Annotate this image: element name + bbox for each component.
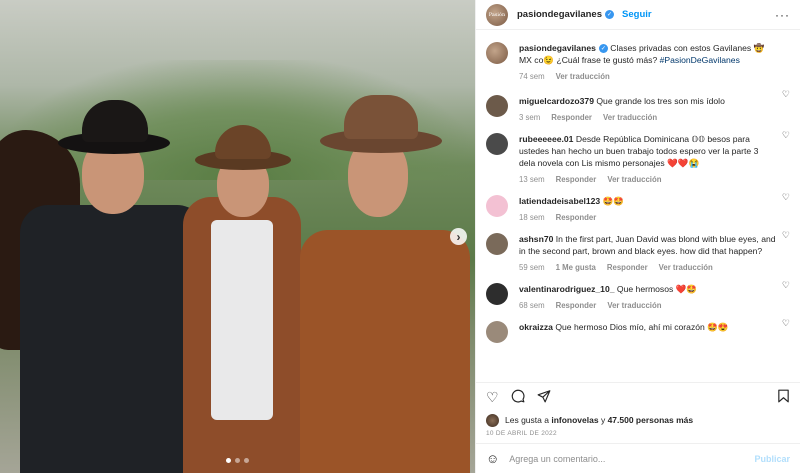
comment-meta: 3 sem Responder Ver traducción [519, 113, 725, 122]
comment-row: rubeeeeee.01 Desde República Dominicana … [486, 122, 790, 184]
person-right [300, 95, 470, 473]
comment-time: 3 sem [519, 113, 541, 122]
translate-link[interactable]: Ver traducción [607, 301, 661, 310]
reply-button[interactable]: Responder [551, 113, 592, 122]
reply-button[interactable]: Responder [556, 213, 597, 222]
commenter-avatar[interactable] [486, 321, 508, 343]
account-avatar[interactable]: Pasión [486, 3, 508, 26]
reply-button[interactable]: Responder [556, 175, 597, 184]
translate-link[interactable]: Ver traducción [607, 175, 661, 184]
likes-prefix: Les gusta a [505, 415, 549, 425]
comment-body: Que grande los tres son mis ídolo [596, 96, 725, 106]
comment-like-icon[interactable]: ♡ [782, 192, 790, 203]
comment-icon[interactable] [511, 389, 525, 406]
comment-row: miguelcardozo379 Que grande los tres son… [486, 81, 790, 122]
share-icon[interactable] [537, 389, 551, 406]
commenter-avatar[interactable] [486, 233, 508, 255]
caption-username[interactable]: pasiondegavilanes [519, 43, 596, 53]
comment-like-icon[interactable]: ♡ [782, 280, 790, 291]
comment-row: ashsn70 In the first part, Juan David wa… [486, 222, 790, 272]
comment-text: rubeeeeee.01 Desde República Dominicana … [519, 133, 776, 169]
liker-avatar[interactable] [486, 413, 499, 427]
comment-row: okraizza Que hermoso Dios mío, ahí mi co… [486, 310, 790, 343]
comment-like-icon[interactable]: ♡ [782, 89, 790, 100]
carousel-dots [0, 458, 475, 463]
likes-count[interactable]: 47.500 personas [608, 415, 674, 425]
comment-body: Que hermoso Dios mío, ahí mi corazón 🤩😍 [555, 322, 729, 332]
comment-meta: 18 sem Responder [519, 213, 624, 222]
publish-button[interactable]: Publicar [754, 454, 790, 464]
translate-link[interactable]: Ver traducción [659, 263, 713, 272]
likes-mid: y [600, 415, 606, 425]
comment-like-icon[interactable]: ♡ [782, 318, 790, 329]
verified-badge-icon: ✓ [598, 44, 608, 54]
caption-meta: 74 sem Ver traducción [519, 72, 776, 81]
hashtag-link[interactable]: #PasionDeGavilanes [660, 55, 740, 65]
caption-time: 74 sem [519, 72, 545, 81]
commenter-username[interactable]: latiendadeisabel123 [519, 196, 600, 206]
comment-body: 🤩🤩 [602, 196, 625, 206]
comment-likes[interactable]: 1 Me gusta [556, 263, 596, 272]
translate-link[interactable]: Ver traducción [603, 113, 657, 122]
likes-summary: Les gusta a infonovelas y 47.500 persona… [476, 412, 800, 428]
comment-like-icon[interactable]: ♡ [782, 130, 790, 141]
carousel-dot [226, 458, 231, 463]
comment-time: 59 sem [519, 263, 545, 272]
commenter-avatar[interactable] [486, 283, 508, 305]
commenter-username[interactable]: ashsn70 [519, 234, 553, 244]
post-actions: ♡ [476, 382, 800, 412]
reply-button[interactable]: Responder [607, 263, 648, 272]
commenter-username[interactable]: miguelcardozo379 [519, 96, 594, 106]
add-comment-bar: ☺ Publicar [476, 443, 800, 473]
comment-like-icon[interactable]: ♡ [782, 230, 790, 241]
caption-avatar[interactable] [486, 42, 508, 64]
commenter-avatar[interactable] [486, 133, 508, 155]
comment-body: Que hermosos ❤️🤩 [616, 284, 698, 294]
comment-text: latiendadeisabel123 🤩🤩 [519, 195, 624, 207]
reply-button[interactable]: Responder [556, 301, 597, 310]
commenter-username[interactable]: rubeeeeee.01 [519, 134, 573, 144]
verified-badge-icon: ✓ [605, 10, 615, 19]
person-middle [165, 125, 315, 473]
comment-input[interactable] [509, 453, 745, 464]
commenter-username[interactable]: okraizza [519, 322, 553, 332]
translate-link[interactable]: Ver traducción [556, 72, 610, 81]
comment-meta: 59 sem 1 Me gusta Responder Ver traducción [519, 263, 776, 272]
post-side-panel: Pasión pasiondegavilanes ✓ Seguir ··· pa… [475, 0, 800, 473]
comments-list[interactable]: pasiondegavilanes ✓ Clases privadas con e… [476, 30, 800, 382]
comment-time: 68 sem [519, 301, 545, 310]
commenter-avatar[interactable] [486, 95, 508, 117]
comment-meta: 13 sem Responder Ver traducción [519, 175, 776, 184]
comment-meta: 68 sem Responder Ver traducción [519, 301, 697, 310]
bookmark-icon[interactable] [777, 389, 790, 406]
comment-row: valentinarodriguez_10_ Que hermosos ❤️🤩 6… [486, 272, 790, 310]
carousel-dot [244, 458, 249, 463]
comment-text: miguelcardozo379 Que grande los tres son… [519, 95, 725, 107]
carousel-dot [235, 458, 240, 463]
liked-by-user[interactable]: infonovelas [551, 415, 598, 425]
comment-text: ashsn70 In the first part, Juan David wa… [519, 233, 776, 257]
commenter-avatar[interactable] [486, 195, 508, 217]
comment-time: 18 sem [519, 213, 545, 222]
post-date: 10 DE ABRIL DE 2022 [486, 430, 557, 437]
comment-time: 13 sem [519, 175, 545, 184]
caption: pasiondegavilanes ✓ Clases privadas con e… [486, 30, 790, 81]
likes-suffix: más [676, 415, 694, 425]
follow-button[interactable]: Seguir [622, 9, 652, 20]
comment-text: valentinarodriguez_10_ Que hermosos ❤️🤩 [519, 283, 697, 295]
comment-row: latiendadeisabel123 🤩🤩 18 sem Responder ♡ [486, 184, 790, 222]
post-photo: › [0, 0, 475, 473]
comment-text: okraizza Que hermoso Dios mío, ahí mi co… [519, 321, 729, 333]
carousel-next-button[interactable]: › [450, 228, 467, 245]
post-header: Pasión pasiondegavilanes ✓ Seguir ··· [476, 0, 800, 30]
caption-text: pasiondegavilanes ✓ Clases privadas con e… [519, 42, 776, 66]
more-options-icon[interactable]: ··· [775, 8, 790, 22]
comment-body: In the first part, Juan David was blond … [519, 234, 776, 256]
heart-icon[interactable]: ♡ [486, 389, 499, 406]
emoji-icon[interactable]: ☺ [486, 451, 499, 466]
account-username[interactable]: pasiondegavilanes [517, 9, 602, 20]
commenter-username[interactable]: valentinarodriguez_10_ [519, 284, 615, 294]
account-logo: Pasión [488, 11, 506, 18]
